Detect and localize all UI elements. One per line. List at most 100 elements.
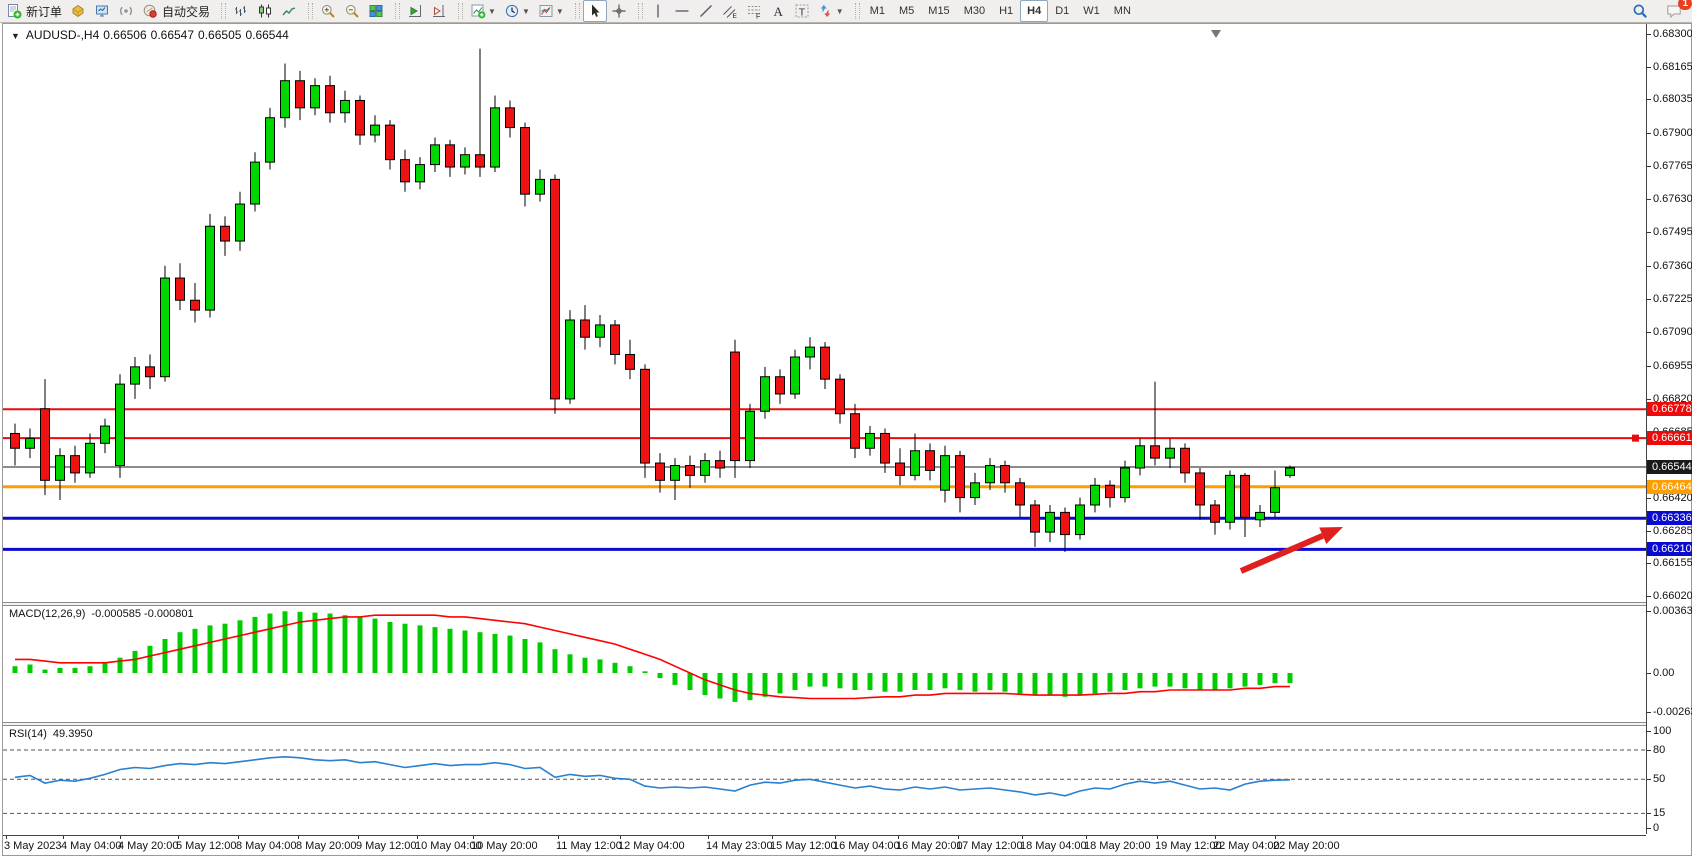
chart-title: ▼AUDUSD-,H40.665060.665470.665050.66544 (11, 28, 293, 42)
timeframe-m1-button[interactable]: M1 (863, 0, 892, 22)
crosshair-button[interactable] (607, 0, 631, 22)
macd-histogram-bar (388, 622, 393, 673)
chevron-down-icon[interactable]: ▼ (836, 7, 844, 16)
horizontal-line-button[interactable] (670, 0, 694, 22)
candle-body (86, 443, 95, 473)
notifications-button[interactable]: 1 (1662, 0, 1686, 22)
timeframe-m15-button[interactable]: M15 (921, 0, 956, 22)
chart-shift-marker[interactable] (1211, 30, 1221, 38)
macd-histogram-bar (898, 673, 903, 692)
ohlc-low: 0.66505 (198, 28, 241, 42)
trend-arrow-shaft[interactable] (1241, 536, 1323, 571)
timeframe-h1-button[interactable]: H1 (992, 0, 1020, 22)
text-button[interactable]: A (766, 0, 790, 22)
timeframe-mn-button[interactable]: MN (1107, 0, 1138, 22)
price-tick-label: 0.66955 (1653, 360, 1692, 372)
macd-histogram-bar (1033, 673, 1038, 695)
macd-histogram-bar (763, 673, 768, 697)
candle-body (731, 352, 740, 461)
candle-body (446, 145, 455, 167)
macd-histogram-bar (88, 666, 93, 673)
tile-windows-button[interactable] (364, 0, 388, 22)
rsi-tick-label: 80 (1653, 744, 1665, 756)
candle-body (71, 456, 80, 473)
macd-histogram-bar (268, 614, 273, 674)
candlestick-chart-button[interactable] (253, 0, 277, 22)
cursor-icon (587, 3, 603, 19)
macd-histogram-bar (223, 624, 228, 673)
time-axis[interactable]: 3 May 20234 May 04:004 May 20:005 May 12… (3, 835, 1646, 855)
trendline-button[interactable] (694, 0, 718, 22)
trendline-icon (698, 3, 714, 19)
price-chart-canvas[interactable] (3, 24, 1691, 855)
candle-body (851, 414, 860, 449)
candle-body (1226, 475, 1235, 522)
rsi-tick-label: 15 (1653, 807, 1665, 819)
macd-histogram-bar (178, 632, 183, 673)
candle-body (251, 162, 260, 204)
timeframe-d1-button[interactable]: D1 (1048, 0, 1076, 22)
candle-body (386, 125, 395, 160)
new-order-button[interactable]: 新订单 (2, 0, 66, 22)
chart-window[interactable]: ▼AUDUSD-,H40.665060.665470.665050.66544 … (2, 23, 1692, 856)
templates-button[interactable]: ▼ (534, 0, 568, 22)
time-tick-label: 16 May 04:00 (833, 840, 900, 852)
candle-body (1181, 448, 1190, 473)
timeframe-m5-button[interactable]: M5 (892, 0, 921, 22)
timeframe-h4-button[interactable]: H4 (1020, 0, 1048, 22)
signals-icon (118, 3, 134, 19)
data-window-button[interactable] (90, 0, 114, 22)
macd-tick-label: -0.00263 (1653, 706, 1692, 718)
macd-histogram-bar (1003, 673, 1008, 692)
macd-histogram-bar (1108, 673, 1113, 692)
equidistant-channel-button[interactable]: E (718, 0, 742, 22)
chevron-down-icon[interactable]: ▼ (556, 7, 564, 16)
macd-histogram-bar (403, 624, 408, 673)
rsi-pane-separator[interactable] (3, 722, 1646, 726)
arrows-button[interactable]: ▼ (814, 0, 848, 22)
chevron-down-icon[interactable]: ▼ (522, 7, 530, 16)
axis-tick (1647, 232, 1651, 233)
macd-histogram-bar (208, 625, 213, 673)
timeframe-w1-button[interactable]: W1 (1076, 0, 1107, 22)
search-button[interactable] (1628, 0, 1652, 22)
vertical-line-button[interactable] (646, 0, 670, 22)
market-watch-button[interactable] (66, 0, 90, 22)
auto-scroll-button[interactable] (403, 0, 427, 22)
toolbar-group (303, 0, 390, 22)
tline-glyph (698, 3, 714, 19)
hline-glyph (674, 3, 690, 19)
bar-chart-button[interactable] (229, 0, 253, 22)
fibonacci-icon: F (746, 3, 762, 19)
signals-button[interactable] (114, 0, 138, 22)
autotrading-button[interactable]: 自动交易 (138, 0, 214, 22)
candle-body (971, 483, 980, 498)
periods-button[interactable]: ▼ (500, 0, 534, 22)
macd-tick-label: 0.003635 (1653, 605, 1692, 617)
rsi-line (15, 757, 1290, 796)
zoom-in-button[interactable] (316, 0, 340, 22)
text-label-button[interactable]: T (790, 0, 814, 22)
indicators-button[interactable]: ▼ (466, 0, 500, 22)
candle-body (986, 466, 995, 483)
macd-histogram-bar (1258, 673, 1263, 685)
line-chart-button[interactable] (277, 0, 301, 22)
text-label-icon: T (794, 3, 810, 19)
fibonacci-button[interactable]: F (742, 0, 766, 22)
price-axis[interactable]: 0.683000.681650.680350.679000.677650.676… (1646, 24, 1691, 834)
macd-histogram-bar (463, 631, 468, 674)
chevron-down-icon[interactable]: ▼ (488, 7, 496, 16)
macd-histogram-bar (598, 659, 603, 673)
candle-body (266, 118, 275, 162)
cursor-button[interactable] (583, 0, 607, 22)
trend-arrow-head[interactable] (1319, 527, 1343, 544)
macd-histogram-bar (628, 666, 633, 673)
zoom-out-button[interactable] (340, 0, 364, 22)
chart-shift-button[interactable] (427, 0, 451, 22)
macd-pane-separator[interactable] (3, 602, 1646, 606)
candle-body (671, 466, 680, 481)
timeframe-m30-button[interactable]: M30 (957, 0, 992, 22)
price-tick-label: 0.67360 (1653, 260, 1692, 272)
one-click-collapse-icon[interactable]: ▼ (11, 31, 20, 41)
line-selection-handle[interactable] (1632, 435, 1639, 442)
